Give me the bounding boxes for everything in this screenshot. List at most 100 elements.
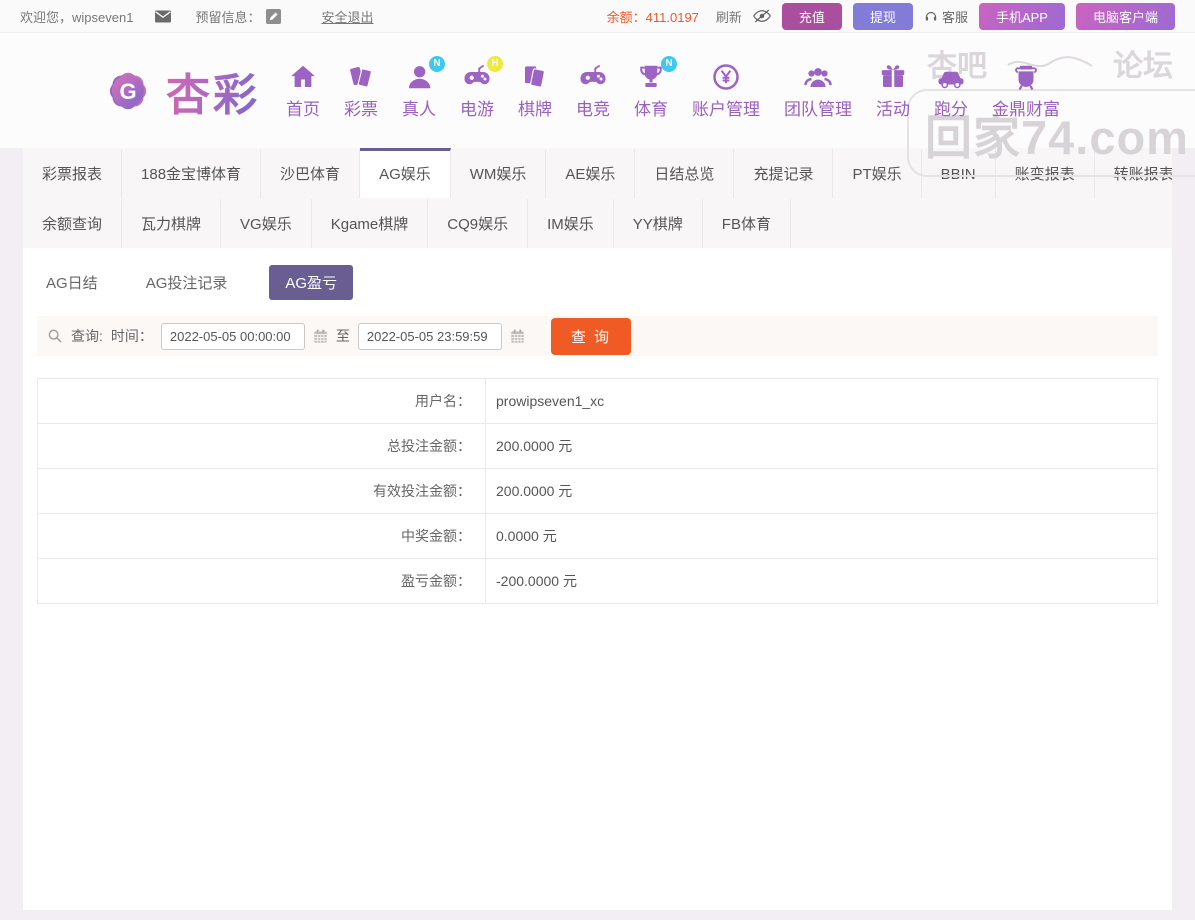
nav-item-account[interactable]: 账户管理: [692, 62, 760, 120]
svg-text:G: G: [119, 79, 136, 104]
nav-label: 活动: [876, 100, 910, 119]
tab-AG娱乐[interactable]: AG娱乐: [360, 148, 451, 198]
tab-余额查询[interactable]: 余额查询: [23, 198, 122, 248]
report-row-label: 中奖金额：: [38, 514, 486, 559]
tab-WM娱乐[interactable]: WM娱乐: [451, 148, 547, 198]
gift-icon: [876, 62, 910, 94]
nav-item-chess[interactable]: 棋牌: [518, 62, 552, 120]
nav-item-activity[interactable]: 活动: [876, 62, 910, 120]
tab-Kgame棋牌[interactable]: Kgame棋牌: [312, 198, 429, 248]
report-tabs-row2: 余额查询瓦力棋牌VG娱乐Kgame棋牌CQ9娱乐IM娱乐YY棋牌FB体育: [23, 198, 1172, 248]
nav-item-esports[interactable]: 电竞: [576, 62, 610, 120]
report-row-label: 用户名：: [38, 379, 486, 424]
trophy-icon: N: [634, 62, 668, 94]
eye-off-icon[interactable]: [753, 9, 771, 23]
query-label: 查询:: [71, 326, 103, 346]
tab-充提记录[interactable]: 充提记录: [734, 148, 833, 198]
refresh-button[interactable]: 刷新: [716, 7, 742, 26]
logout-link[interactable]: 安全退出: [321, 7, 373, 26]
tab-转账报表[interactable]: 转账报表: [1095, 148, 1172, 198]
subtab-AG投注记录[interactable]: AG投注记录: [140, 265, 234, 300]
tab-IM娱乐[interactable]: IM娱乐: [528, 198, 614, 248]
report-row: 用户名：prowipseven1_xc: [38, 379, 1158, 424]
tab-日结总览[interactable]: 日结总览: [635, 148, 734, 198]
tab-沙巴体育[interactable]: 沙巴体育: [261, 148, 360, 198]
nav-item-sports[interactable]: N 体育: [634, 62, 668, 120]
new-badge: N: [661, 56, 677, 72]
nav-label: 棋牌: [518, 100, 552, 119]
tab-VG娱乐[interactable]: VG娱乐: [221, 198, 312, 248]
mail-icon[interactable]: [155, 10, 171, 23]
person-icon: N: [402, 62, 436, 94]
subtab-AG盈亏[interactable]: AG盈亏: [269, 265, 353, 300]
to-label: 至: [336, 326, 350, 346]
report-table: 用户名：prowipseven1_xc总投注金额：200.0000 元有效投注金…: [37, 378, 1158, 604]
flower-logo-icon: G: [96, 59, 160, 123]
nav-item-paofen[interactable]: 跑分: [934, 62, 968, 120]
nav-label: 体育: [634, 100, 668, 119]
nav-item-live[interactable]: N 真人: [402, 62, 436, 120]
time-label: 时间：: [111, 326, 153, 346]
welcome-text: 欢迎您，wipseven1: [20, 7, 133, 26]
mobile-app-button[interactable]: 手机APP: [979, 3, 1065, 30]
start-time-input[interactable]: [161, 323, 305, 350]
content-panel: 彩票报表188金宝博体育沙巴体育AG娱乐WM娱乐AE娱乐日结总览充提记录PT娱乐…: [23, 148, 1172, 910]
tab-PT娱乐[interactable]: PT娱乐: [833, 148, 921, 198]
nav-item-team[interactable]: 团队管理: [784, 62, 852, 120]
search-bar: 查询: 时间： 至 查 询: [37, 316, 1158, 356]
treasure-icon: [1009, 62, 1043, 94]
nav-item-jinding[interactable]: 金鼎财富: [992, 62, 1060, 120]
report-row-value: 200.0000 元: [486, 424, 1158, 469]
report-row: 总投注金额：200.0000 元: [38, 424, 1158, 469]
nav-label: 团队管理: [784, 100, 852, 119]
nav-label: 首页: [286, 100, 320, 119]
tab-账变报表[interactable]: 账变报表: [996, 148, 1095, 198]
nav-label: 金鼎财富: [992, 100, 1060, 119]
nav-item-lottery[interactable]: 彩票: [344, 62, 378, 120]
pc-client-button[interactable]: 电脑客户端: [1076, 3, 1175, 30]
tab-CQ9娱乐[interactable]: CQ9娱乐: [428, 198, 528, 248]
report-tabs-row1: 彩票报表188金宝博体育沙巴体育AG娱乐WM娱乐AE娱乐日结总览充提记录PT娱乐…: [23, 148, 1172, 198]
brand-logo[interactable]: G 杏彩: [96, 59, 260, 123]
withdraw-button[interactable]: 提现: [853, 3, 913, 30]
team-icon: [801, 62, 835, 94]
search-icon: [47, 328, 63, 344]
calendar-icon[interactable]: [313, 329, 328, 344]
tab-BBIN[interactable]: BBIN: [922, 148, 996, 198]
report-row-label: 总投注金额：: [38, 424, 486, 469]
balance-text: 余额：411.0197: [607, 7, 699, 26]
ag-subtabs: AG日结 AG投注记录 AG盈亏: [40, 265, 1172, 300]
report-row: 有效投注金额：200.0000 元: [38, 469, 1158, 514]
tab-188金宝博体育[interactable]: 188金宝博体育: [122, 148, 261, 198]
report-table-body: 用户名：prowipseven1_xc总投注金额：200.0000 元有效投注金…: [38, 379, 1158, 604]
end-time-input[interactable]: [358, 323, 502, 350]
new-badge: H: [487, 56, 503, 72]
nav-item-egame[interactable]: H电游: [460, 62, 494, 120]
nav-label: 真人: [402, 100, 436, 119]
racing-icon: [934, 62, 968, 94]
subtab-AG日结[interactable]: AG日结: [40, 265, 104, 300]
report-row-value: prowipseven1_xc: [486, 379, 1158, 424]
calendar-icon[interactable]: [510, 329, 525, 344]
brand-name: 杏彩: [166, 59, 260, 123]
nav-item-home[interactable]: 首页: [286, 62, 320, 120]
topbar: 欢迎您，wipseven1 预留信息： 安全退出 余额：411.0197 刷新 …: [0, 0, 1195, 33]
new-badge: N: [429, 56, 445, 72]
customer-service-button[interactable]: 客服: [924, 7, 968, 26]
balance-value: 411.0197: [646, 10, 699, 25]
tab-AE娱乐[interactable]: AE娱乐: [546, 148, 635, 198]
nav-label: 电竞: [576, 100, 610, 119]
query-button[interactable]: 查 询: [551, 318, 631, 355]
watermark-right: 论坛: [1113, 41, 1173, 85]
gamepad-icon: [576, 62, 610, 94]
site-header: G 杏彩 首页 彩票 N 真人 H电游棋牌 电竞 N 体育 账户管理团队管理 活动 跑分 金鼎财富 杏…: [0, 33, 1195, 148]
recharge-button[interactable]: 充值: [782, 3, 842, 30]
tab-瓦力棋牌[interactable]: 瓦力棋牌: [122, 198, 221, 248]
tab-FB体育[interactable]: FB体育: [703, 198, 791, 248]
edit-icon[interactable]: [266, 9, 281, 24]
nav-label: 跑分: [934, 100, 968, 119]
report-row-value: -200.0000 元: [486, 559, 1158, 604]
report-row-value: 200.0000 元: [486, 469, 1158, 514]
tab-YY棋牌[interactable]: YY棋牌: [614, 198, 703, 248]
tab-彩票报表[interactable]: 彩票报表: [23, 148, 122, 198]
